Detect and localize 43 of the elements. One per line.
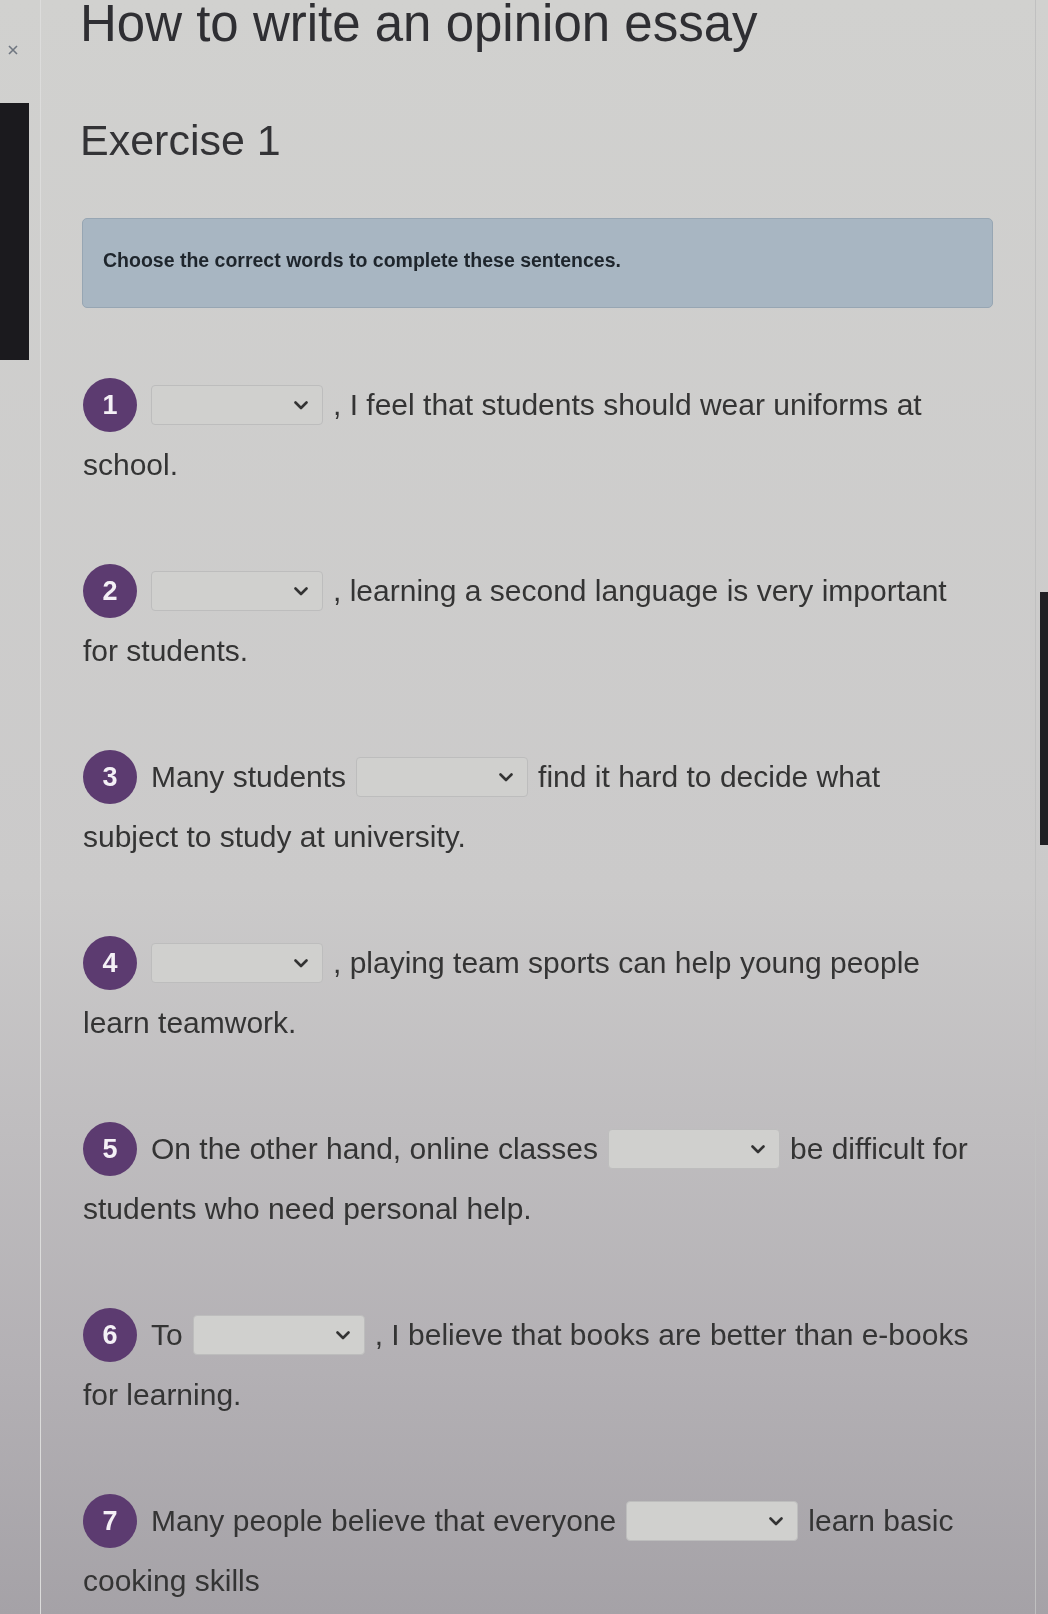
dropdown-field[interactable] (356, 757, 529, 797)
number-badge: 3 (83, 750, 137, 804)
chevron-down-icon (294, 400, 308, 410)
chevron-down-icon (499, 772, 514, 782)
chevron-down-icon (750, 1144, 765, 1154)
chevron-down-icon (294, 586, 308, 596)
sentence-text: for learning. (83, 1378, 242, 1411)
sentence-text: find it hard to decide what (538, 759, 880, 795)
number-badge: 2 (83, 564, 137, 618)
sentence-text: On the other hand, online classes (151, 1131, 598, 1167)
sentence-text: Many people believe that everyone (151, 1503, 617, 1539)
chevron-down-icon (294, 958, 308, 968)
number-badge: 4 (83, 936, 137, 990)
sentence-text: school. (83, 448, 179, 481)
sentence-text: , I feel that students should wear uniforms at (333, 387, 922, 423)
sentence-text: be difficult for (789, 1131, 968, 1167)
instructions-text: Choose the correct words to complete these sentences. (103, 248, 621, 272)
dropdown-field[interactable] (626, 1501, 799, 1541)
sentence-text: learn basic (808, 1503, 954, 1539)
sentence-text: students who need personal help. (83, 1192, 532, 1225)
number-badge: 1 (83, 378, 137, 432)
close-icon[interactable] (8, 45, 18, 55)
sentence-text: learn teamwork. (83, 1006, 297, 1039)
scrollbar-thumb[interactable] (1040, 592, 1048, 845)
chevron-down-icon (335, 1330, 350, 1340)
sentence-text: , learning a second language is very important (333, 573, 947, 609)
dropdown-field[interactable] (151, 571, 323, 611)
sentence-text: To (151, 1317, 183, 1353)
sentence-text: subject to study at university. (83, 820, 466, 853)
dropdown-field[interactable] (607, 1129, 780, 1169)
sentence-text: cooking skills (83, 1564, 260, 1597)
sentence-text: , playing team sports can help young people (333, 945, 921, 981)
exercise-heading: Exercise 1 (80, 115, 282, 165)
number-badge: 5 (83, 1122, 137, 1176)
dropdown-field[interactable] (151, 385, 323, 425)
sentence-text: Many students (151, 759, 347, 795)
number-badge: 6 (83, 1308, 137, 1362)
sentence-text: , I believe that books are better than e-books (374, 1317, 969, 1353)
dropdown-field[interactable] (192, 1315, 365, 1355)
sentence-text: for students. (83, 634, 249, 667)
number-badge: 7 (83, 1494, 137, 1548)
dropdown-field[interactable] (151, 943, 323, 983)
chevron-down-icon (769, 1516, 784, 1526)
